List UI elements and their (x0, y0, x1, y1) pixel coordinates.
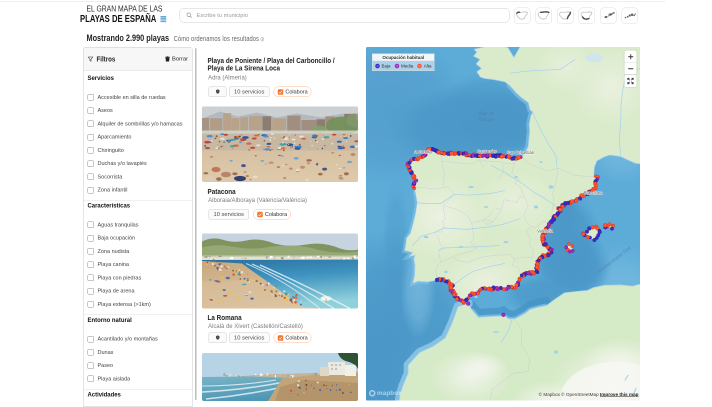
svg-text:Valencia: Valencia (537, 229, 553, 234)
svg-text:Santander: Santander (477, 149, 497, 154)
svg-text:Barcelona: Barcelona (584, 191, 604, 196)
svg-text:San Sebastián: San Sebastián (507, 150, 535, 155)
svg-text:Biscay: Biscay (478, 117, 494, 123)
svg-text:A Coruña: A Coruña (414, 150, 432, 155)
